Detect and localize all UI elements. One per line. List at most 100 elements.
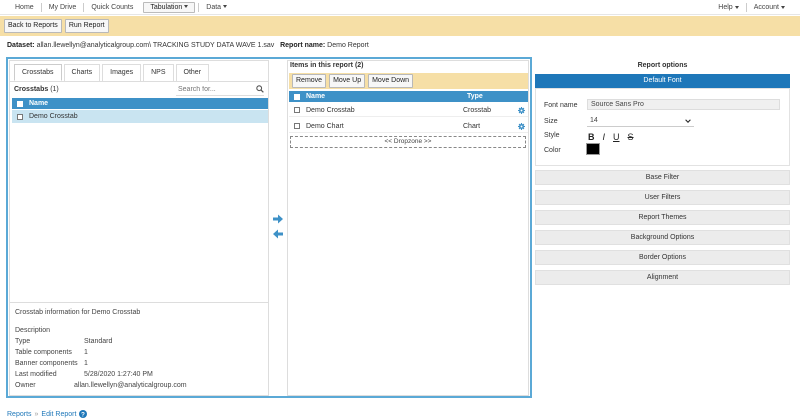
nav-home[interactable]: Home xyxy=(8,4,41,11)
info-label: Banner components xyxy=(15,360,78,367)
nav-help-label: Help xyxy=(718,4,733,11)
nav-account-label: Account xyxy=(753,4,779,11)
component-tabs: Crosstabs Charts Images NPS Other xyxy=(14,64,211,81)
font-name-label: Font name xyxy=(544,102,578,109)
breadcrumb-edit-report: Edit Report xyxy=(41,410,77,418)
crosstab-info: Crosstab information for Demo Crosstab D… xyxy=(10,302,268,396)
info-label: Owner xyxy=(15,382,36,389)
row-checkbox[interactable] xyxy=(294,123,300,129)
strikethrough-button[interactable]: S xyxy=(628,132,634,142)
select-all-checkbox[interactable] xyxy=(294,93,300,100)
report-name-value: Demo Report xyxy=(327,42,369,49)
row-checkbox[interactable] xyxy=(17,113,23,120)
nav-data[interactable]: Data xyxy=(199,4,234,11)
size-value: 14 xyxy=(590,117,598,124)
help-icon[interactable]: ? xyxy=(79,410,88,418)
nav-my-drive[interactable]: My Drive xyxy=(42,4,84,11)
item-name: Demo Crosstab xyxy=(306,106,355,114)
border-options-section[interactable]: Border Options xyxy=(535,250,790,265)
info-value: 1 xyxy=(84,360,88,367)
nav-tabulation-label: Tabulation xyxy=(150,3,183,11)
info-value: Standard xyxy=(84,338,113,345)
breadcrumb-reports[interactable]: Reports xyxy=(7,411,32,418)
report-items-panel: Items in this report (2) Remove Move Up … xyxy=(287,60,529,396)
run-report-button[interactable]: Run Report xyxy=(64,19,109,33)
info-value: 1 xyxy=(84,349,88,356)
info-row: Description xyxy=(15,325,263,336)
style-label: Style xyxy=(544,132,560,139)
size-select[interactable]: 14 xyxy=(587,116,694,127)
list-title-text: Crosstabs xyxy=(14,86,49,93)
background-options-section[interactable]: Background Options xyxy=(535,230,790,245)
size-label: Size xyxy=(544,118,558,125)
table-row[interactable]: Demo Crosstab Crosstab xyxy=(289,104,528,117)
report-items-toolbar: Remove Move Up Move Down xyxy=(289,73,528,89)
gear-icon[interactable] xyxy=(518,123,525,130)
back-to-reports-button[interactable]: Back to Reports xyxy=(4,19,62,33)
tab-crosstabs[interactable]: Crosstabs xyxy=(14,64,62,81)
tab-nps[interactable]: NPS xyxy=(143,64,174,81)
breadcrumb-separator: » xyxy=(34,410,39,418)
dropzone[interactable]: << Dropzone >> xyxy=(290,136,526,148)
nav-right: Help Account xyxy=(711,0,792,15)
row-checkbox[interactable] xyxy=(294,107,300,113)
user-filters-section[interactable]: User Filters xyxy=(535,190,790,205)
info-row: Owner allan.llewellyn@analyticalgroup.com xyxy=(15,380,263,391)
add-to-report-arrow-icon[interactable] xyxy=(273,214,283,224)
remove-from-report-arrow-icon[interactable] xyxy=(273,229,283,239)
underline-button[interactable]: U xyxy=(613,132,620,142)
info-row: Last modified 5/28/2020 1:27:40 PM xyxy=(15,369,263,380)
tab-other[interactable]: Other xyxy=(175,64,210,81)
report-items-header: Name Type xyxy=(289,91,528,102)
list-count: (1) xyxy=(50,86,59,93)
info-label: Last modified xyxy=(15,371,57,378)
font-settings: Font name Source Sans Pro Size 14 Style … xyxy=(535,88,790,166)
chevron-down-icon xyxy=(734,5,739,9)
chevron-down-icon xyxy=(184,5,189,9)
dataset-label: Dataset: xyxy=(7,42,35,49)
search-icon[interactable] xyxy=(256,85,264,93)
info-value: 5/28/2020 1:27:40 PM xyxy=(84,371,153,378)
remove-button[interactable]: Remove xyxy=(292,74,327,88)
tab-images[interactable]: Images xyxy=(102,64,142,81)
search-input[interactable] xyxy=(176,83,264,96)
nav-quick-counts[interactable]: Quick Counts xyxy=(84,4,140,11)
chevron-down-icon xyxy=(223,5,228,9)
font-name-field[interactable]: Source Sans Pro xyxy=(587,99,780,110)
info-label: Description xyxy=(15,327,51,334)
chevron-down-icon xyxy=(685,119,691,123)
chevron-down-icon xyxy=(781,5,785,9)
info-label: Type xyxy=(15,338,31,345)
select-all-checkbox[interactable] xyxy=(17,100,23,107)
column-type-header: Type xyxy=(467,93,483,100)
list-title: Crosstabs (1) xyxy=(14,86,59,93)
base-filter-section[interactable]: Base Filter xyxy=(535,170,790,185)
component-library-panel: Crosstabs Charts Images NPS Other Crosst… xyxy=(9,60,269,396)
gear-icon[interactable] xyxy=(518,107,525,114)
info-row: Banner components 1 xyxy=(15,358,263,369)
nav-data-label: Data xyxy=(206,3,222,11)
tab-divider xyxy=(10,81,268,82)
alignment-section[interactable]: Alignment xyxy=(535,270,790,285)
tab-charts[interactable]: Charts xyxy=(63,64,101,81)
breadcrumb: Reports » Edit Report ? xyxy=(7,410,88,418)
table-row[interactable]: Demo Chart Chart xyxy=(289,120,528,133)
default-font-section[interactable]: Default Font xyxy=(535,74,790,88)
dataset-info: Dataset: allan.llewellyn@analyticalgroup… xyxy=(7,42,369,49)
move-down-button[interactable]: Move Down xyxy=(368,74,414,88)
nav-help[interactable]: Help xyxy=(711,4,745,11)
info-value: allan.llewellyn@analyticalgroup.com xyxy=(74,382,187,389)
bold-button[interactable]: B xyxy=(588,132,595,142)
move-up-button[interactable]: Move Up xyxy=(329,74,366,88)
info-row: Table components 1 xyxy=(15,347,263,358)
nav-tabulation[interactable]: Tabulation xyxy=(143,1,196,13)
report-themes-section[interactable]: Report Themes xyxy=(535,210,790,225)
nav-account[interactable]: Account xyxy=(747,4,792,11)
report-options-panel: Report options Default Font Font name So… xyxy=(535,60,790,396)
item-type: Crosstab xyxy=(463,106,492,114)
info-row: Type Standard xyxy=(15,336,263,347)
italic-button[interactable]: I xyxy=(603,132,606,142)
report-options-title: Report options xyxy=(637,62,688,69)
list-item[interactable]: Demo Crosstab xyxy=(12,110,268,123)
color-picker[interactable] xyxy=(586,143,600,155)
